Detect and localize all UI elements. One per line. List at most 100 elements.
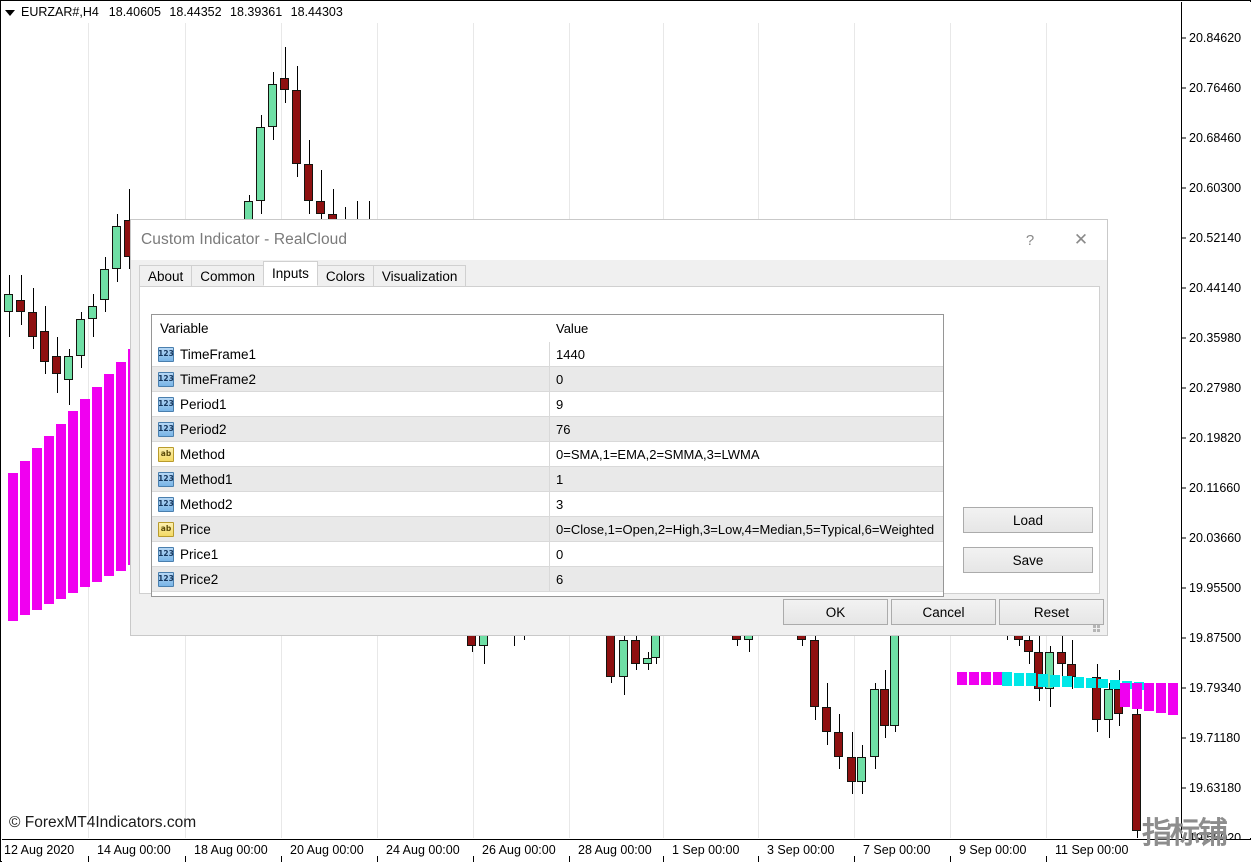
grid-row[interactable]: 123 TimeFrame1 1440 [152,342,943,367]
candle-body-up [112,226,121,270]
time-axis-label: 26 Aug 00:00 [482,843,556,857]
price-axis-label: 20.52140 [1189,231,1242,245]
price-axis-tick [1182,287,1186,289]
parameter-value[interactable]: 0=Close,1=Open,2=High,3=Low,4=Median,5=T… [550,517,943,541]
copyright-watermark: © ForexMT4Indicators.com [9,814,197,831]
time-axis-label: 20 Aug 00:00 [290,843,364,857]
grid-row[interactable]: 123 TimeFrame2 0 [152,367,943,392]
histogram-bar-magenta [1120,682,1130,708]
price-axis-label: 20.60300 [1189,181,1242,195]
histogram-bar-magenta [1156,682,1166,714]
price-axis-tick [1182,637,1186,639]
grid-row[interactable]: ab Price 0=Close,1=Open,2=High,3=Low,4=Med… [152,517,943,542]
help-icon[interactable]: ? [1007,224,1053,256]
price-axis-tick [1182,137,1186,139]
candle-body-up [268,84,277,128]
candle-body-up [88,306,97,319]
cancel-button[interactable]: Cancel [891,599,996,625]
parameter-value[interactable]: 76 [550,417,943,441]
close-icon[interactable]: ✕ [1058,224,1104,256]
histogram-bar-magenta [116,466,126,571]
chart-ohlc-values: 18.40605 18.44352 18.39361 18.44303 [109,5,348,19]
grid-row[interactable]: 123 Method2 3 [152,492,943,517]
tab-colors[interactable]: Colors [316,265,374,286]
grid-row[interactable]: 123 Method1 1 [152,467,943,492]
parameter-value[interactable]: 6 [550,567,943,591]
histogram-bar-cyan [1110,679,1120,689]
candle-body-up [643,658,652,665]
time-axis-label: 14 Aug 00:00 [97,843,171,857]
time-axis-tick [758,856,759,862]
time-axis-tick [377,856,378,862]
price-axis-tick [1182,687,1186,689]
price-axis-tick [1182,737,1186,739]
time-axis-label: 24 Aug 00:00 [386,843,460,857]
price-axis-label: 20.44140 [1189,281,1242,295]
grid-row[interactable]: 123 Price1 0 [152,542,943,567]
parameter-value[interactable]: 0 [550,542,943,566]
inputs-parameter-grid[interactable]: Variable Value 123 TimeFrame1 1440 123 TimeFra… [151,314,944,597]
dialog-titlebar[interactable]: Custom Indicator - RealCloud ? ✕ [131,220,1107,260]
parameter-value[interactable]: 0=SMA,1=EMA,2=SMMA,3=LWMA [550,442,943,466]
time-axis-tick [950,856,951,862]
dialog-tabstrip[interactable]: About Common Inputs Colors Visualization [139,261,467,286]
ohlc-open: 18.40605 [108,5,161,19]
parameter-name: TimeFrame2 [180,371,257,387]
candle-body-down [40,330,49,362]
save-button[interactable]: Save [963,547,1093,573]
grid-row[interactable]: ab Method 0=SMA,1=EMA,2=SMMA,3=LWMA [152,442,943,467]
price-axis-tick [1182,237,1186,239]
tab-inputs[interactable]: Inputs [263,261,318,286]
tab-about[interactable]: About [139,265,193,286]
histogram-bar-cyan [1026,673,1036,687]
candle-body-down [810,639,819,708]
candle-body-up [870,688,879,757]
price-axis-label: 20.19820 [1189,431,1242,445]
time-axis-tick [185,856,186,862]
number-type-icon: 123 [158,346,174,362]
price-axis-label: 19.87500 [1189,631,1242,645]
parameter-value[interactable]: 1440 [550,342,943,366]
histogram-bar-cyan [1074,677,1084,688]
resize-grip-icon[interactable] [1093,621,1104,632]
load-button[interactable]: Load [963,507,1093,533]
tab-visualization[interactable]: Visualization [372,265,467,286]
grid-row[interactable]: 123 Period1 9 [152,392,943,417]
number-type-icon: 123 [158,471,174,487]
histogram-bar-magenta [80,493,90,588]
time-axis-tick [88,856,89,862]
chart-header: EURZAR#,H4 18.40605 18.44352 18.39361 18… [1,1,1181,23]
histogram-bar-magenta [68,502,78,593]
price-axis-label: 19.79340 [1189,681,1242,695]
time-axis[interactable]: 12 Aug 2020 14 Aug 00:00 18 Aug 00:00 20 Au… [2,839,1251,862]
parameter-value[interactable]: 1 [550,467,943,491]
time-axis-label: 18 Aug 00:00 [194,843,268,857]
parameter-name: Period2 [180,421,227,437]
grid-cell-variable: 123 Price2 [152,567,550,591]
parameter-value[interactable]: 0 [550,367,943,391]
site-watermark: 指标铺 [1142,816,1228,851]
tab-label: About [148,268,184,284]
grid-row[interactable]: 123 Period2 76 [152,417,943,442]
ok-button[interactable]: OK [783,599,888,625]
parameter-value[interactable]: 9 [550,392,943,416]
time-axis-label: 1 Sep 00:00 [672,843,740,857]
candle-body-down [834,732,843,757]
parameter-value[interactable]: 3 [550,492,943,516]
price-axis[interactable]: 20.84620 20.76460 20.68460 20.60300 20.52140… [1182,2,1251,845]
reset-button[interactable]: Reset [999,599,1104,625]
time-axis-tick [569,856,570,862]
price-axis-tick [1182,487,1186,489]
tab-label: Inputs [272,266,309,281]
grid-row[interactable]: 123 Price2 6 [152,567,943,592]
tab-panel-inputs: Variable Value 123 TimeFrame1 1440 123 TimeFra… [139,286,1100,597]
histogram-bar-cyan [1050,675,1060,688]
tab-common[interactable]: Common [191,265,265,286]
histogram-bar-magenta [981,671,991,685]
time-axis-tick [854,856,855,862]
time-axis-label: 12 Aug 2020 [4,843,75,857]
time-axis-label: 11 Sep 00:00 [1055,843,1129,857]
price-axis-label: 20.03660 [1189,531,1242,545]
chart-collapse-icon[interactable] [5,9,15,16]
histogram-bar-magenta [969,671,979,685]
